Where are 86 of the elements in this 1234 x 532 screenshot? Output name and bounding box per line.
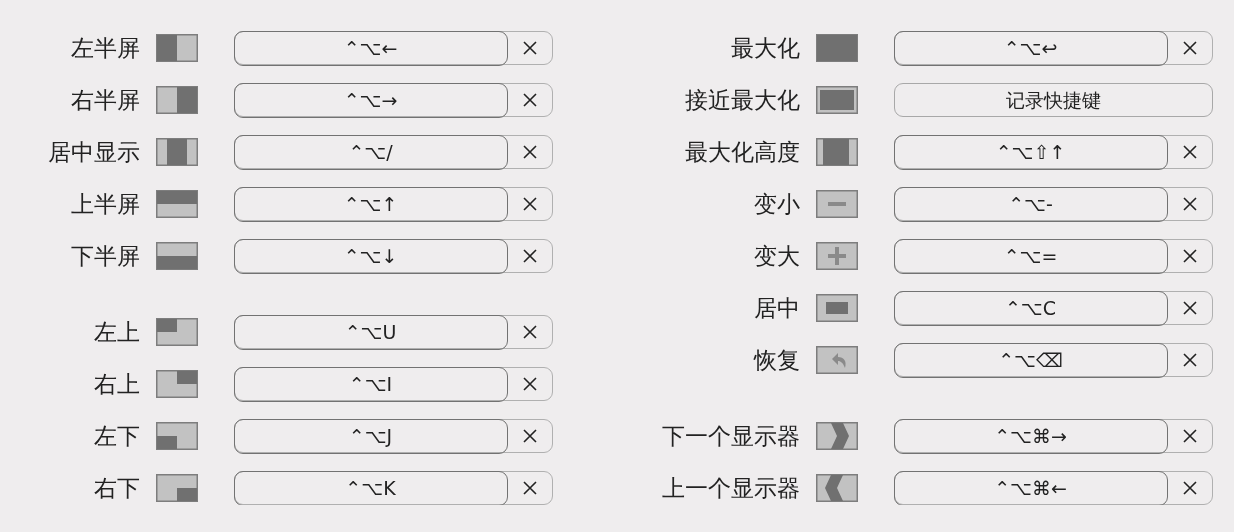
shortcut-recorder[interactable]: ⌃⌥← [234, 31, 553, 65]
shortcut-field[interactable]: ⌃⌥I [233, 366, 508, 402]
window-layout-icon [816, 242, 858, 270]
window-layout-icon [816, 346, 858, 374]
shortcut-label: 变小 [753, 189, 800, 219]
shortcut-field[interactable]: ⌃⌥← [233, 30, 508, 66]
shortcut-field[interactable]: ⌃⌥↩ [893, 30, 1168, 66]
window-layout-icon [156, 318, 198, 346]
shortcut-recorder[interactable]: ⌃⌥C [894, 291, 1213, 325]
shortcut-recorder[interactable]: ⌃⌥= [894, 239, 1213, 273]
shortcut-recorder[interactable]: ⌃⌥⌫ [894, 343, 1213, 377]
shortcut-field[interactable]: ⌃⌥C [893, 290, 1168, 326]
window-layout-icon [816, 138, 858, 166]
shortcut-label: 右上 [93, 369, 140, 399]
shortcut-recorder[interactable]: ⌃⌥I [234, 367, 553, 401]
shortcut-field[interactable]: ⌃⌥/ [233, 134, 508, 170]
shortcut-field[interactable]: ⌃⌥U [233, 314, 508, 350]
shortcut-label: 最大化 [730, 33, 800, 63]
shortcut-recorder[interactable]: ⌃⌥U [234, 315, 553, 349]
shortcut-label: 最大化高度 [684, 137, 800, 167]
close-icon [521, 40, 538, 56]
window-layout-icon [156, 138, 198, 166]
window-layout-icon [816, 294, 858, 322]
close-icon [521, 480, 538, 496]
shortcut-field[interactable]: ⌃⌥= [893, 238, 1168, 274]
shortcut-recorder[interactable]: ⌃⌥K [234, 471, 553, 505]
close-icon [521, 248, 538, 264]
close-icon [521, 92, 538, 108]
close-icon [521, 376, 538, 392]
shortcut-field[interactable]: ⌃⌥→ [233, 82, 508, 118]
shortcut-label: 下半屏 [70, 241, 140, 271]
close-icon [1181, 144, 1198, 160]
shortcut-label: 右下 [93, 473, 140, 503]
shortcut-label: 左下 [93, 421, 140, 451]
shortcut-field[interactable]: ⌃⌥⌫ [893, 342, 1168, 378]
shortcut-recorder[interactable]: ⌃⌥/ [234, 135, 553, 169]
close-icon [521, 324, 538, 340]
window-layout-icon [156, 370, 198, 398]
window-layout-icon [156, 190, 198, 218]
window-layout-icon [816, 34, 858, 62]
close-icon [521, 144, 538, 160]
shortcut-label: 居中 [753, 293, 800, 323]
shortcut-recorder[interactable]: ⌃⌥⌘← [894, 471, 1213, 505]
close-icon [1181, 248, 1198, 264]
shortcut-recorder[interactable]: ⌃⌥↓ [234, 239, 553, 273]
close-icon [1181, 40, 1198, 56]
shortcut-label: 上半屏 [70, 189, 140, 219]
shortcut-field[interactable]: ⌃⌥J [233, 418, 508, 454]
close-icon [1181, 300, 1198, 316]
window-layout-icon [156, 242, 198, 270]
close-icon [1181, 352, 1198, 368]
shortcut-recorder[interactable]: ⌃⌥⇧↑ [894, 135, 1213, 169]
shortcut-label: 下一个显示器 [661, 421, 800, 451]
close-icon [1181, 480, 1198, 496]
shortcut-field[interactable]: 记录快捷键 [894, 83, 1213, 117]
window-layout-icon [816, 422, 858, 450]
window-layout-icon [816, 474, 858, 502]
window-layout-icon [156, 86, 198, 114]
shortcut-field[interactable]: ⌃⌥⇧↑ [893, 134, 1168, 170]
shortcut-field[interactable]: ⌃⌥↓ [233, 238, 508, 274]
shortcut-label: 上一个显示器 [661, 473, 800, 503]
close-icon [1181, 428, 1198, 444]
shortcut-label: 左半屏 [70, 33, 140, 63]
shortcut-label: 左上 [93, 317, 140, 347]
shortcut-recorder[interactable]: ⌃⌥→ [234, 83, 553, 117]
shortcut-label: 居中显示 [47, 137, 140, 167]
shortcut-recorder[interactable]: ⌃⌥↩ [894, 31, 1213, 65]
close-icon [521, 428, 538, 444]
shortcut-recorder[interactable]: ⌃⌥⌘→ [894, 419, 1213, 453]
shortcut-recorder[interactable]: ⌃⌥- [894, 187, 1213, 221]
close-icon [521, 196, 538, 212]
window-layout-icon [156, 474, 198, 502]
shortcut-recorder[interactable]: ⌃⌥J [234, 419, 553, 453]
close-icon [1181, 196, 1198, 212]
shortcut-label: 右半屏 [70, 85, 140, 115]
shortcut-label: 接近最大化 [684, 85, 800, 115]
window-layout-icon [816, 86, 858, 114]
window-layout-icon [156, 422, 198, 450]
window-layout-icon [816, 190, 858, 218]
shortcut-field[interactable]: ⌃⌥⌘→ [893, 418, 1168, 454]
shortcut-recorder[interactable]: ⌃⌥↑ [234, 187, 553, 221]
shortcut-label: 恢复 [752, 345, 800, 375]
shortcut-label: 变大 [753, 241, 800, 271]
shortcut-field[interactable]: ⌃⌥↑ [233, 186, 508, 222]
shortcut-field[interactable]: ⌃⌥- [893, 186, 1168, 222]
window-layout-icon [156, 34, 198, 62]
